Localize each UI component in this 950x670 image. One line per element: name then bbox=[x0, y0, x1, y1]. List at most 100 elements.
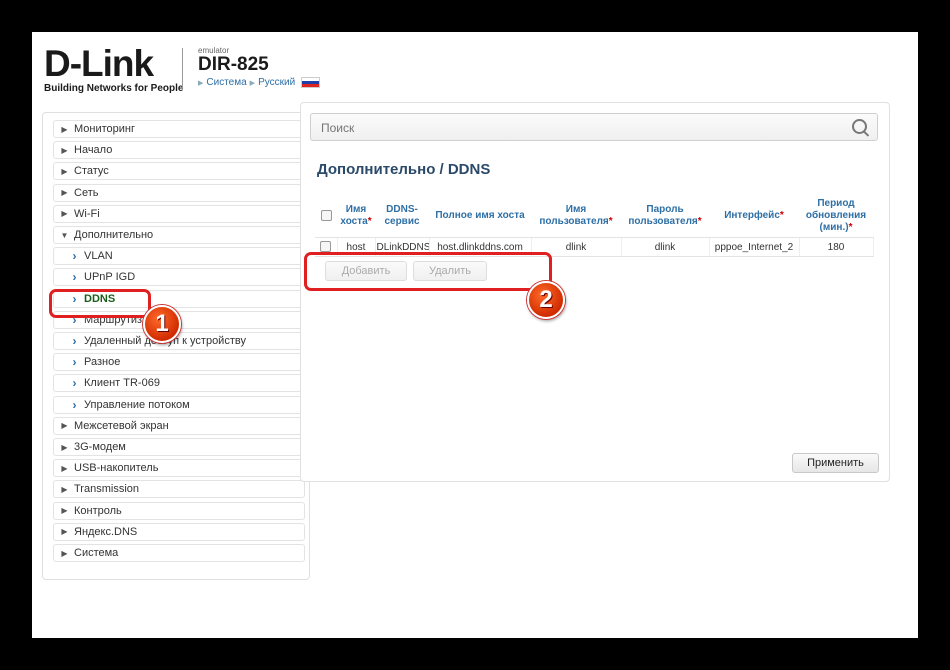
crumb-system-link[interactable]: Система bbox=[206, 77, 246, 88]
column-header-label: Полное имя хоста bbox=[435, 210, 525, 221]
sidebar-item-label: Transmission bbox=[74, 483, 139, 496]
search-box[interactable] bbox=[310, 113, 878, 142]
collapsed-circle-icon: ▶ bbox=[61, 209, 68, 219]
sidebar-item-label: VLAN bbox=[84, 250, 113, 263]
brand-tagline: Building Networks for People bbox=[44, 83, 184, 94]
collapsed-circle-icon: ▶ bbox=[61, 421, 68, 431]
column-header-label: Имя хоста bbox=[340, 204, 368, 227]
sidebar-item[interactable]: ▶ Wi-Fi bbox=[53, 204, 305, 223]
column-header-label: Период обновления (мин.) bbox=[805, 198, 867, 233]
header-crumbs: ▶ Система ▶ Русский bbox=[198, 77, 321, 88]
sidebar-item[interactable]: ▶ Система bbox=[53, 544, 305, 562]
sidebar-item[interactable]: ▶ Яндекс.DNS bbox=[53, 522, 305, 541]
sidebar-item[interactable]: ▶ Мониторинг bbox=[53, 120, 305, 138]
chevron-right-icon: › bbox=[72, 355, 77, 370]
expanded-circle-icon: ▼ bbox=[60, 230, 69, 240]
sidebar-item-label: Система bbox=[74, 547, 119, 559]
sidebar-item[interactable]: ▶ Контроль bbox=[53, 501, 305, 520]
page-title: Дополнительно / DDNS bbox=[317, 161, 491, 178]
search-icon[interactable] bbox=[852, 119, 867, 134]
main-panel: Дополнительно / DDNS Имя хоста*DDNS-серв… bbox=[300, 102, 890, 482]
table-cell: dlink bbox=[621, 237, 710, 257]
column-header-label: Интерфейс bbox=[724, 210, 780, 221]
collapsed-circle-icon: ▶ bbox=[61, 124, 68, 134]
chevron-right-icon: › bbox=[72, 397, 77, 412]
sidebar-item[interactable]: › UPnP IGD bbox=[53, 268, 305, 287]
sidebar-item-label: Статус bbox=[74, 165, 109, 178]
sidebar-item-label: Клиент TR-069 bbox=[84, 377, 160, 390]
sidebar-item[interactable]: ▶ Transmission bbox=[53, 480, 305, 499]
collapsed-circle-icon: ▶ bbox=[61, 166, 68, 176]
column-header: DDNS-сервис bbox=[375, 195, 429, 238]
sidebar-item-label: Начало bbox=[74, 144, 113, 157]
collapsed-circle-icon: ▶ bbox=[61, 188, 68, 198]
column-header: Имя хоста* bbox=[337, 195, 375, 238]
sidebar-item-label: Мониторинг bbox=[74, 123, 136, 135]
column-header: Период обновления (мин.)* bbox=[799, 195, 873, 238]
collapsed-circle-icon: ▶ bbox=[61, 442, 68, 452]
collapsed-circle-icon: ▶ bbox=[61, 484, 68, 494]
table-header-row: Имя хоста* DDNS-сервис Полное имя хоста Имя… bbox=[315, 195, 873, 238]
chevron-right-icon: › bbox=[72, 334, 77, 348]
sidebar-item-label: Межсетевой экран bbox=[74, 419, 169, 432]
sidebar-item[interactable]: ▶ Начало bbox=[53, 141, 305, 160]
sidebar-item[interactable]: ▶ Статус bbox=[53, 162, 305, 181]
chevron-right-icon: › bbox=[72, 376, 77, 391]
sidebar-item-label: Контроль bbox=[74, 504, 122, 517]
sidebar-item-label: Сеть bbox=[74, 186, 99, 199]
sidebar-item-label: Яндекс.DNS bbox=[74, 525, 138, 538]
row-checkbox[interactable] bbox=[320, 241, 332, 253]
column-header: Имя пользователя* bbox=[531, 195, 621, 238]
dlink-logo: D-Link Building Networks for People bbox=[44, 43, 184, 94]
sidebar-item[interactable]: ▼ Дополнительно bbox=[53, 226, 305, 244]
chevron-right-icon: › bbox=[72, 249, 77, 264]
sidebar-item-label: Wi-Fi bbox=[74, 207, 100, 220]
sidebar-item-label: 3G-модем bbox=[74, 441, 126, 453]
model-name: DIR-825 bbox=[198, 54, 269, 75]
sidebar-item[interactable]: › Управление потоком bbox=[53, 395, 305, 414]
required-mark: * bbox=[779, 210, 784, 221]
russian-flag-icon[interactable] bbox=[301, 77, 321, 88]
sidebar-item[interactable]: › Разное bbox=[53, 353, 305, 372]
header-select-all[interactable] bbox=[315, 195, 337, 238]
column-header-label: Имя пользователя bbox=[539, 204, 609, 227]
sidebar-item[interactable]: ▶ USB-накопитель bbox=[53, 459, 305, 478]
table-cell: pppoe_Internet_2 bbox=[709, 237, 800, 257]
search-input[interactable] bbox=[311, 114, 843, 142]
model-block: emulator DIR-825 ▶ Система ▶ Русский bbox=[198, 46, 321, 88]
column-header: Пароль пользователя* bbox=[621, 195, 709, 238]
sidebar-item-label: USB-накопитель bbox=[74, 462, 159, 475]
sidebar-item[interactable]: ▶ 3G-модем bbox=[53, 438, 305, 456]
required-mark: * bbox=[367, 216, 372, 227]
sidebar-item-label: Дополнительно bbox=[74, 229, 154, 241]
sidebar-item[interactable]: › VLAN bbox=[53, 247, 305, 266]
sidebar-item[interactable]: ▶ Сеть bbox=[53, 183, 305, 202]
sidebar-item[interactable]: ›Удаленный доступ к устройству bbox=[53, 332, 305, 350]
column-header: Полное имя хоста bbox=[429, 195, 531, 238]
apply-button[interactable]: Применить bbox=[792, 453, 879, 473]
sidebar-item-label: Управление потоком bbox=[84, 398, 190, 411]
sidebar-item-label: UPnP IGD bbox=[84, 271, 136, 284]
table-cell: 180 bbox=[799, 237, 874, 257]
chevron-right-icon: › bbox=[72, 270, 77, 285]
triangle-right-icon: ▶ bbox=[249, 79, 256, 87]
column-header: Интерфейс* bbox=[709, 195, 799, 238]
step-marker-2: 2 bbox=[527, 281, 565, 319]
collapsed-circle-icon: ▶ bbox=[61, 506, 68, 516]
collapsed-circle-icon: ▶ bbox=[61, 463, 68, 473]
highlight-ddns bbox=[49, 289, 151, 318]
highlight-buttons bbox=[304, 252, 552, 291]
collapsed-circle-icon: ▶ bbox=[61, 527, 68, 537]
required-mark: * bbox=[848, 222, 853, 233]
collapsed-circle-icon: ▶ bbox=[61, 548, 68, 558]
triangle-right-icon: ▶ bbox=[198, 79, 204, 87]
crumb-language-link[interactable]: Русский bbox=[258, 77, 295, 88]
sidebar-item[interactable]: ▶ Межсетевой экран bbox=[53, 416, 305, 435]
brand-name: D-Link bbox=[44, 43, 154, 84]
required-mark: * bbox=[697, 216, 702, 227]
select-all-checkbox[interactable] bbox=[320, 209, 332, 221]
sidebar-item-label: Разное bbox=[84, 356, 121, 369]
required-mark: * bbox=[608, 216, 613, 227]
collapsed-circle-icon: ▶ bbox=[61, 145, 68, 155]
sidebar-item[interactable]: › Клиент TR-069 bbox=[53, 374, 305, 393]
